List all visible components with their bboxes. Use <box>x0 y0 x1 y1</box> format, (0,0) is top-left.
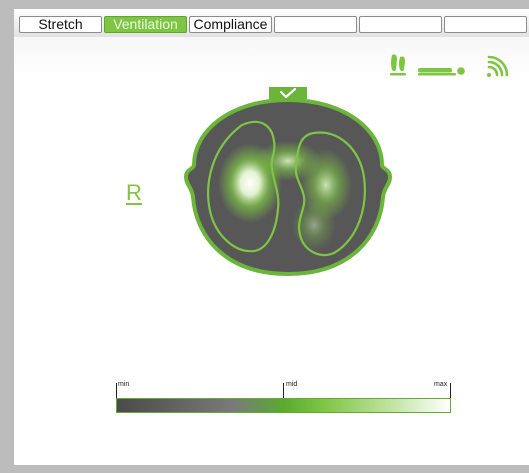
thorax-outline <box>183 97 393 277</box>
tab-empty-6[interactable] <box>444 16 527 33</box>
right-side-orientation-label: R <box>126 180 142 205</box>
footprints-icon <box>390 54 406 76</box>
ventilation-region-center <box>254 141 322 181</box>
view-tab-bar: Stretch Ventilation Compliance <box>14 9 529 37</box>
wireless-signal-icon <box>487 55 509 77</box>
scale-tick-max <box>450 383 451 398</box>
thorax-eit-image <box>183 87 393 277</box>
scale-max-label: max <box>434 381 448 388</box>
tab-empty-4[interactable] <box>274 16 357 33</box>
scale-tick-mid <box>283 383 284 398</box>
eit-main-panel: Stretch Ventilation Compliance R min mid… <box>14 9 529 465</box>
scale-min-label: min <box>118 381 130 388</box>
scale-tick-min <box>116 383 117 398</box>
sensor-status-icons <box>390 54 509 77</box>
color-scale-bar <box>116 398 451 413</box>
scale-mid-label: mid <box>286 381 298 388</box>
patient-supine-icon <box>418 67 465 76</box>
tab-stretch[interactable]: Stretch <box>19 16 102 33</box>
tab-empty-5[interactable] <box>359 16 442 33</box>
tab-ventilation[interactable]: Ventilation <box>104 16 187 33</box>
color-scale-legend: min mid max <box>102 371 454 421</box>
tab-compliance[interactable]: Compliance <box>189 16 272 33</box>
